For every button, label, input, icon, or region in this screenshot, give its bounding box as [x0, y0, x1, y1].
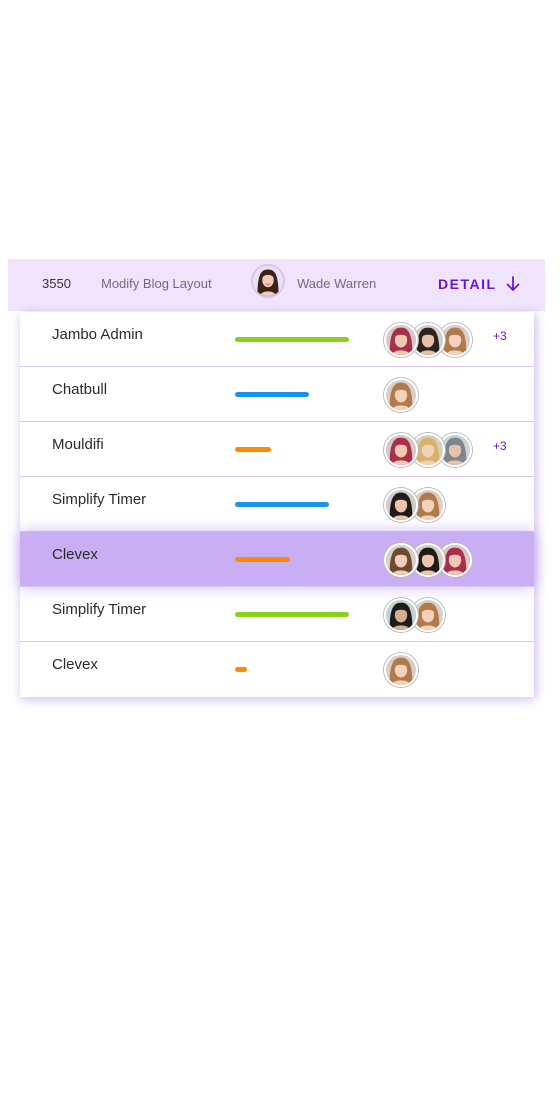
- project-row[interactable]: Jambo Admin +3: [20, 312, 534, 367]
- progress-bar: [235, 337, 349, 342]
- more-members-count[interactable]: +3: [493, 439, 507, 453]
- project-row[interactable]: Clevex: [20, 642, 534, 697]
- project-row[interactable]: Simplify Timer: [20, 587, 534, 642]
- member-avatar[interactable]: [384, 323, 418, 357]
- project-row[interactable]: Simplify Timer: [20, 477, 534, 532]
- user-avatar: [251, 264, 285, 298]
- project-name: Jambo Admin: [52, 326, 143, 343]
- progress-bar: [235, 612, 349, 617]
- detail-button[interactable]: DETAIL: [438, 276, 497, 292]
- user-name: Wade Warren: [297, 276, 377, 291]
- progress-bar: [235, 557, 290, 562]
- project-name: Clevex: [52, 546, 98, 563]
- member-avatar[interactable]: [384, 543, 418, 577]
- progress-bar: [235, 392, 309, 397]
- project-row[interactable]: Clevex: [20, 532, 534, 587]
- project-name: Simplify Timer: [52, 491, 147, 508]
- project-name: Clevex: [52, 656, 98, 673]
- project-list: Jambo Admin +3 Chatbull Mouldifi +3 Simplify …: [20, 312, 534, 697]
- task-title: Modify Blog Layout: [101, 276, 212, 291]
- task-id: 3550: [42, 276, 71, 291]
- more-members-count[interactable]: +3: [493, 329, 507, 343]
- member-avatar[interactable]: [384, 488, 418, 522]
- project-name: Chatbull: [52, 381, 108, 398]
- arrow-down-icon[interactable]: [504, 275, 522, 293]
- member-avatar[interactable]: [384, 598, 418, 632]
- project-name: Mouldifi: [52, 436, 104, 453]
- member-avatar[interactable]: [384, 653, 418, 687]
- project-row[interactable]: Chatbull: [20, 367, 534, 422]
- task-header: 3550 Modify Blog Layout Wade Warren DETA…: [8, 259, 545, 311]
- progress-bar: [235, 667, 247, 672]
- member-avatar[interactable]: [384, 433, 418, 467]
- progress-bar: [235, 502, 329, 507]
- progress-bar: [235, 447, 271, 452]
- member-avatar[interactable]: [384, 378, 418, 412]
- project-name: Simplify Timer: [52, 601, 147, 618]
- project-row[interactable]: Mouldifi +3: [20, 422, 534, 477]
